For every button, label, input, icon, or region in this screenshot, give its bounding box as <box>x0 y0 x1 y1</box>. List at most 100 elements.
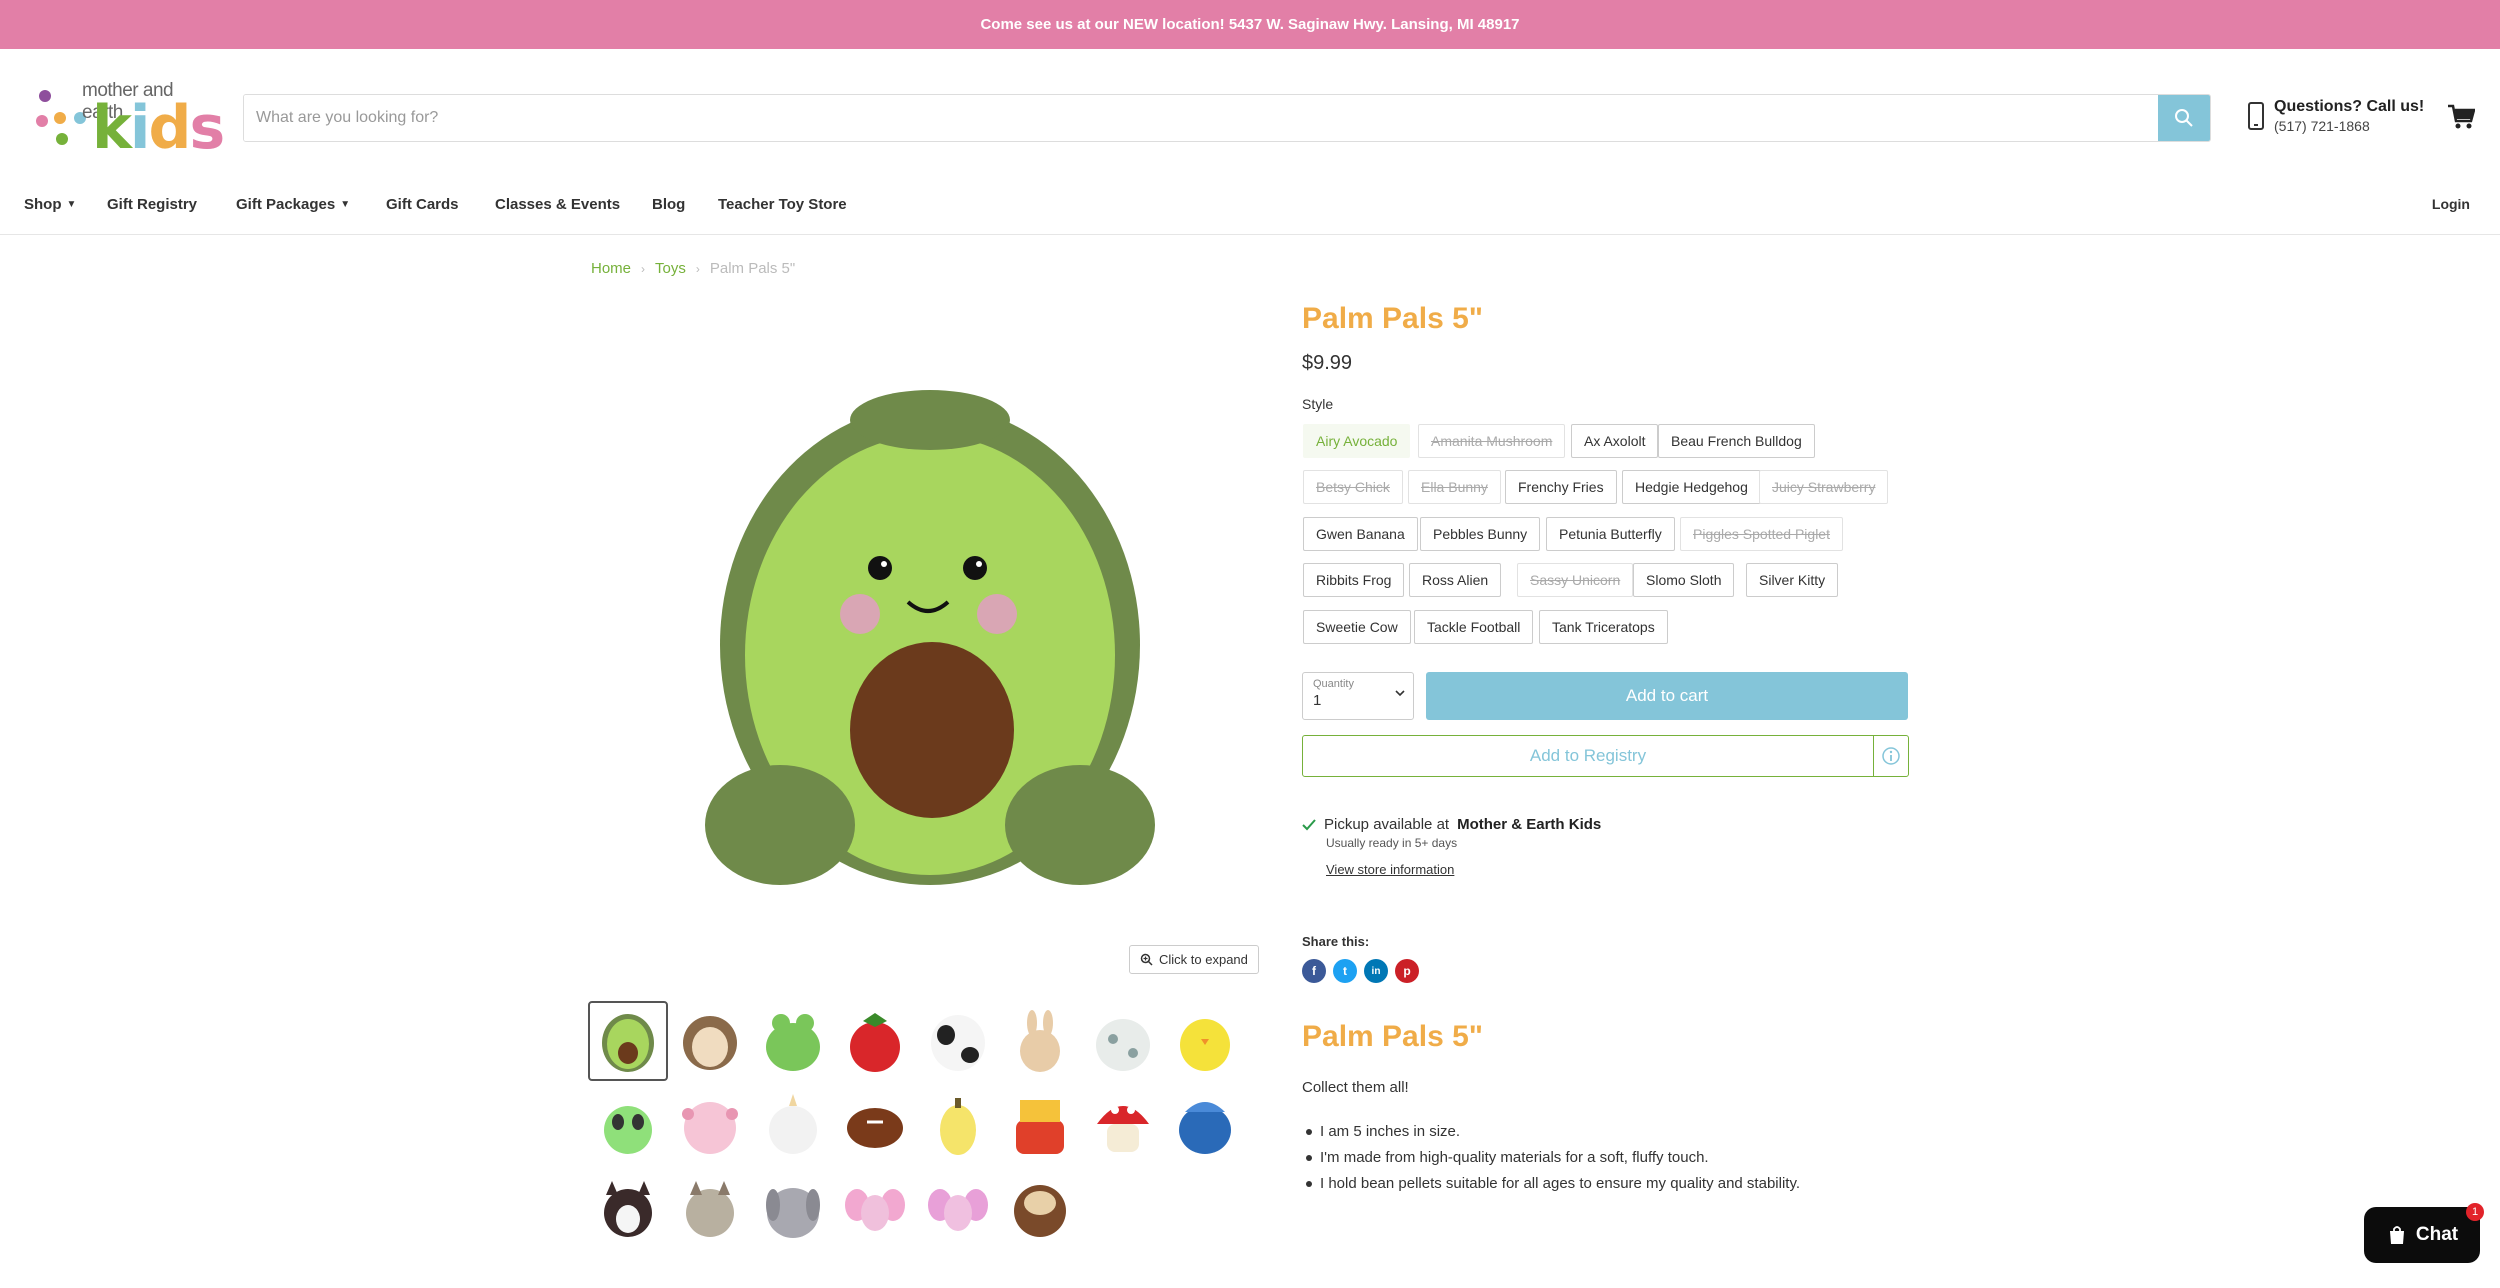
thumbnail-frog[interactable] <box>753 1001 833 1081</box>
search-input[interactable] <box>244 95 2158 141</box>
bulldog-thumbnail-icon <box>604 1181 652 1237</box>
twitter-icon[interactable]: t <box>1333 959 1357 983</box>
thumbnail-banana[interactable] <box>918 1084 998 1164</box>
nav-item-label: Shop <box>24 196 62 213</box>
product-main-image[interactable] <box>700 370 1160 890</box>
nav-item-shop[interactable]: Shop ▼ <box>24 196 76 213</box>
strawberry-thumbnail-icon <box>850 1013 900 1072</box>
gray-bunny-thumbnail-icon <box>766 1188 820 1238</box>
fries-thumbnail-icon <box>1016 1100 1064 1154</box>
pickup-ready-time: Usually ready in 5+ days <box>1326 836 1458 850</box>
search-button[interactable] <box>2158 95 2210 141</box>
chevron-right-icon: › <box>641 261 646 276</box>
thumbnail-strawberry[interactable] <box>835 1001 915 1081</box>
list-item: I'm made from high-quality materials for… <box>1302 1145 1800 1171</box>
thumbnail-football[interactable] <box>835 1084 915 1164</box>
expand-label: Click to expand <box>1159 952 1248 967</box>
thumbnail-butterfly-alt[interactable] <box>918 1167 998 1247</box>
thumbnail-mushroom[interactable] <box>1083 1084 1163 1164</box>
style-option-frenchy-fries[interactable]: Frenchy Fries <box>1505 470 1617 504</box>
thumbnail-alien[interactable] <box>588 1084 668 1164</box>
style-option-petunia-butterfly[interactable]: Petunia Butterfly <box>1546 517 1675 551</box>
thumbnail-bunny[interactable] <box>1000 1001 1080 1081</box>
unicorn-thumbnail-icon <box>769 1094 817 1154</box>
login-link[interactable]: Login <box>2432 196 2470 212</box>
list-item: I am 5 inches in size. <box>1302 1119 1800 1145</box>
style-option-slomo-sloth[interactable]: Slomo Sloth <box>1633 563 1735 597</box>
site-logo[interactable]: mother and earth kids <box>34 80 225 158</box>
quantity-value: 1 <box>1313 692 1322 709</box>
share-section: Share this: f t in p <box>1302 934 1419 983</box>
thumbnail-kitty[interactable] <box>670 1167 750 1247</box>
breadcrumb: Home › Toys › Palm Pals 5" <box>591 260 795 277</box>
add-to-registry-button[interactable]: Add to Registry <box>1303 736 1874 776</box>
checkmark-icon <box>1302 818 1316 830</box>
style-option-tackle-football[interactable]: Tackle Football <box>1414 610 1534 644</box>
thumbnail-bulldog[interactable] <box>588 1167 668 1247</box>
nav-item-gift-cards[interactable]: Gift Cards <box>386 196 459 213</box>
style-option-ribbits-frog[interactable]: Ribbits Frog <box>1303 563 1405 597</box>
butterfly-thumbnail-icon <box>845 1189 905 1231</box>
style-option-sassy-unicorn[interactable]: Sassy Unicorn <box>1517 563 1634 597</box>
thumbnail-axolotl[interactable] <box>670 1084 750 1164</box>
chevron-down-icon: ▼ <box>340 199 351 210</box>
thumbnail-unicorn[interactable] <box>753 1084 833 1164</box>
thumbnail-sloth[interactable] <box>1000 1167 1080 1247</box>
thumbnail-butterfly[interactable] <box>835 1167 915 1247</box>
pickup-availability: Pickup available at Mother & Earth Kids … <box>1302 816 1601 877</box>
style-option-ella-bunny[interactable]: Ella Bunny <box>1408 470 1501 504</box>
main-nav: Shop ▼ Gift Registry Gift Packages ▼ Gif… <box>0 190 2500 235</box>
thumbnail-hedgehog[interactable] <box>670 1001 750 1081</box>
alien-thumbnail-icon <box>604 1106 652 1154</box>
breadcrumb-category[interactable]: Toys <box>655 260 686 277</box>
quantity-select[interactable]: Quantity 1 <box>1302 672 1414 720</box>
contact-info[interactable]: Questions? Call us! (517) 721-1868 <box>2248 98 2424 134</box>
thumbnail-cow[interactable] <box>918 1001 998 1081</box>
style-option-hedgie-hedgehog[interactable]: Hedgie Hedgehog <box>1622 470 1761 504</box>
add-to-cart-button[interactable]: Add to cart <box>1426 672 1908 720</box>
pinterest-icon[interactable]: p <box>1395 959 1419 983</box>
cart-button[interactable] <box>2447 104 2476 135</box>
registry-info-button[interactable] <box>1874 736 1908 776</box>
quantity-label: Quantity <box>1313 678 1354 690</box>
style-option-piggles-spotted-piglet[interactable]: Piggles Spotted Piglet <box>1680 517 1843 551</box>
thumbnail-piglet[interactable] <box>1083 1001 1163 1081</box>
thumbnail-triceratops[interactable] <box>1165 1084 1245 1164</box>
style-option-silver-kitty[interactable]: Silver Kitty <box>1746 563 1839 597</box>
style-option-ross-alien[interactable]: Ross Alien <box>1409 563 1502 597</box>
nav-item-classes-events[interactable]: Classes & Events <box>495 196 620 213</box>
style-option-sweetie-cow[interactable]: Sweetie Cow <box>1303 610 1411 644</box>
thumbnail-gray-bunny[interactable] <box>753 1167 833 1247</box>
style-option-beau-french-bulldog[interactable]: Beau French Bulldog <box>1658 424 1815 458</box>
description-intro: Collect them all! <box>1302 1079 1409 1096</box>
thumbnail-avocado[interactable] <box>588 1001 668 1081</box>
style-option-amanita-mushroom[interactable]: Amanita Mushroom <box>1418 424 1566 458</box>
thumbnail-chick[interactable] <box>1165 1001 1245 1081</box>
linkedin-icon[interactable]: in <box>1364 959 1388 983</box>
share-label: Share this: <box>1302 934 1370 949</box>
style-option-juicy-strawberry[interactable]: Juicy Strawberry <box>1759 470 1889 504</box>
nav-item-gift-packages[interactable]: Gift Packages ▼ <box>236 196 350 213</box>
logo-wordmark: kids <box>92 93 225 163</box>
nav-item-teacher-toy-store[interactable]: Teacher Toy Store <box>718 196 847 213</box>
list-item: I hold bean pellets suitable for all age… <box>1302 1171 1800 1197</box>
facebook-icon[interactable]: f <box>1302 959 1326 983</box>
nav-item-gift-registry[interactable]: Gift Registry <box>107 196 197 213</box>
style-option-ax-axolotl[interactable]: Ax Axololt <box>1571 424 1659 458</box>
chevron-right-icon: › <box>695 261 700 276</box>
chat-button[interactable]: Chat <box>2364 1207 2480 1263</box>
banana-thumbnail-icon <box>940 1098 976 1155</box>
style-option-betsy-chick[interactable]: Betsy Chick <box>1303 470 1403 504</box>
style-option-tank-triceratops[interactable]: Tank Triceratops <box>1539 610 1668 644</box>
style-option-pebbles-bunny[interactable]: Pebbles Bunny <box>1420 517 1541 551</box>
expand-image-button[interactable]: Click to expand <box>1129 945 1259 974</box>
nav-item-blog[interactable]: Blog <box>652 196 685 213</box>
nav-item-label: Gift Registry <box>107 196 198 213</box>
breadcrumb-home[interactable]: Home <box>591 260 631 277</box>
style-option-gwen-banana[interactable]: Gwen Banana <box>1303 517 1418 551</box>
search-icon <box>2175 109 2193 127</box>
chat-label: Chat <box>2415 1224 2459 1245</box>
view-store-info-link[interactable]: View store information <box>1326 862 1601 877</box>
thumbnail-fries[interactable] <box>1000 1084 1080 1164</box>
style-option-airy-avocado[interactable]: Airy Avocado <box>1303 424 1411 458</box>
